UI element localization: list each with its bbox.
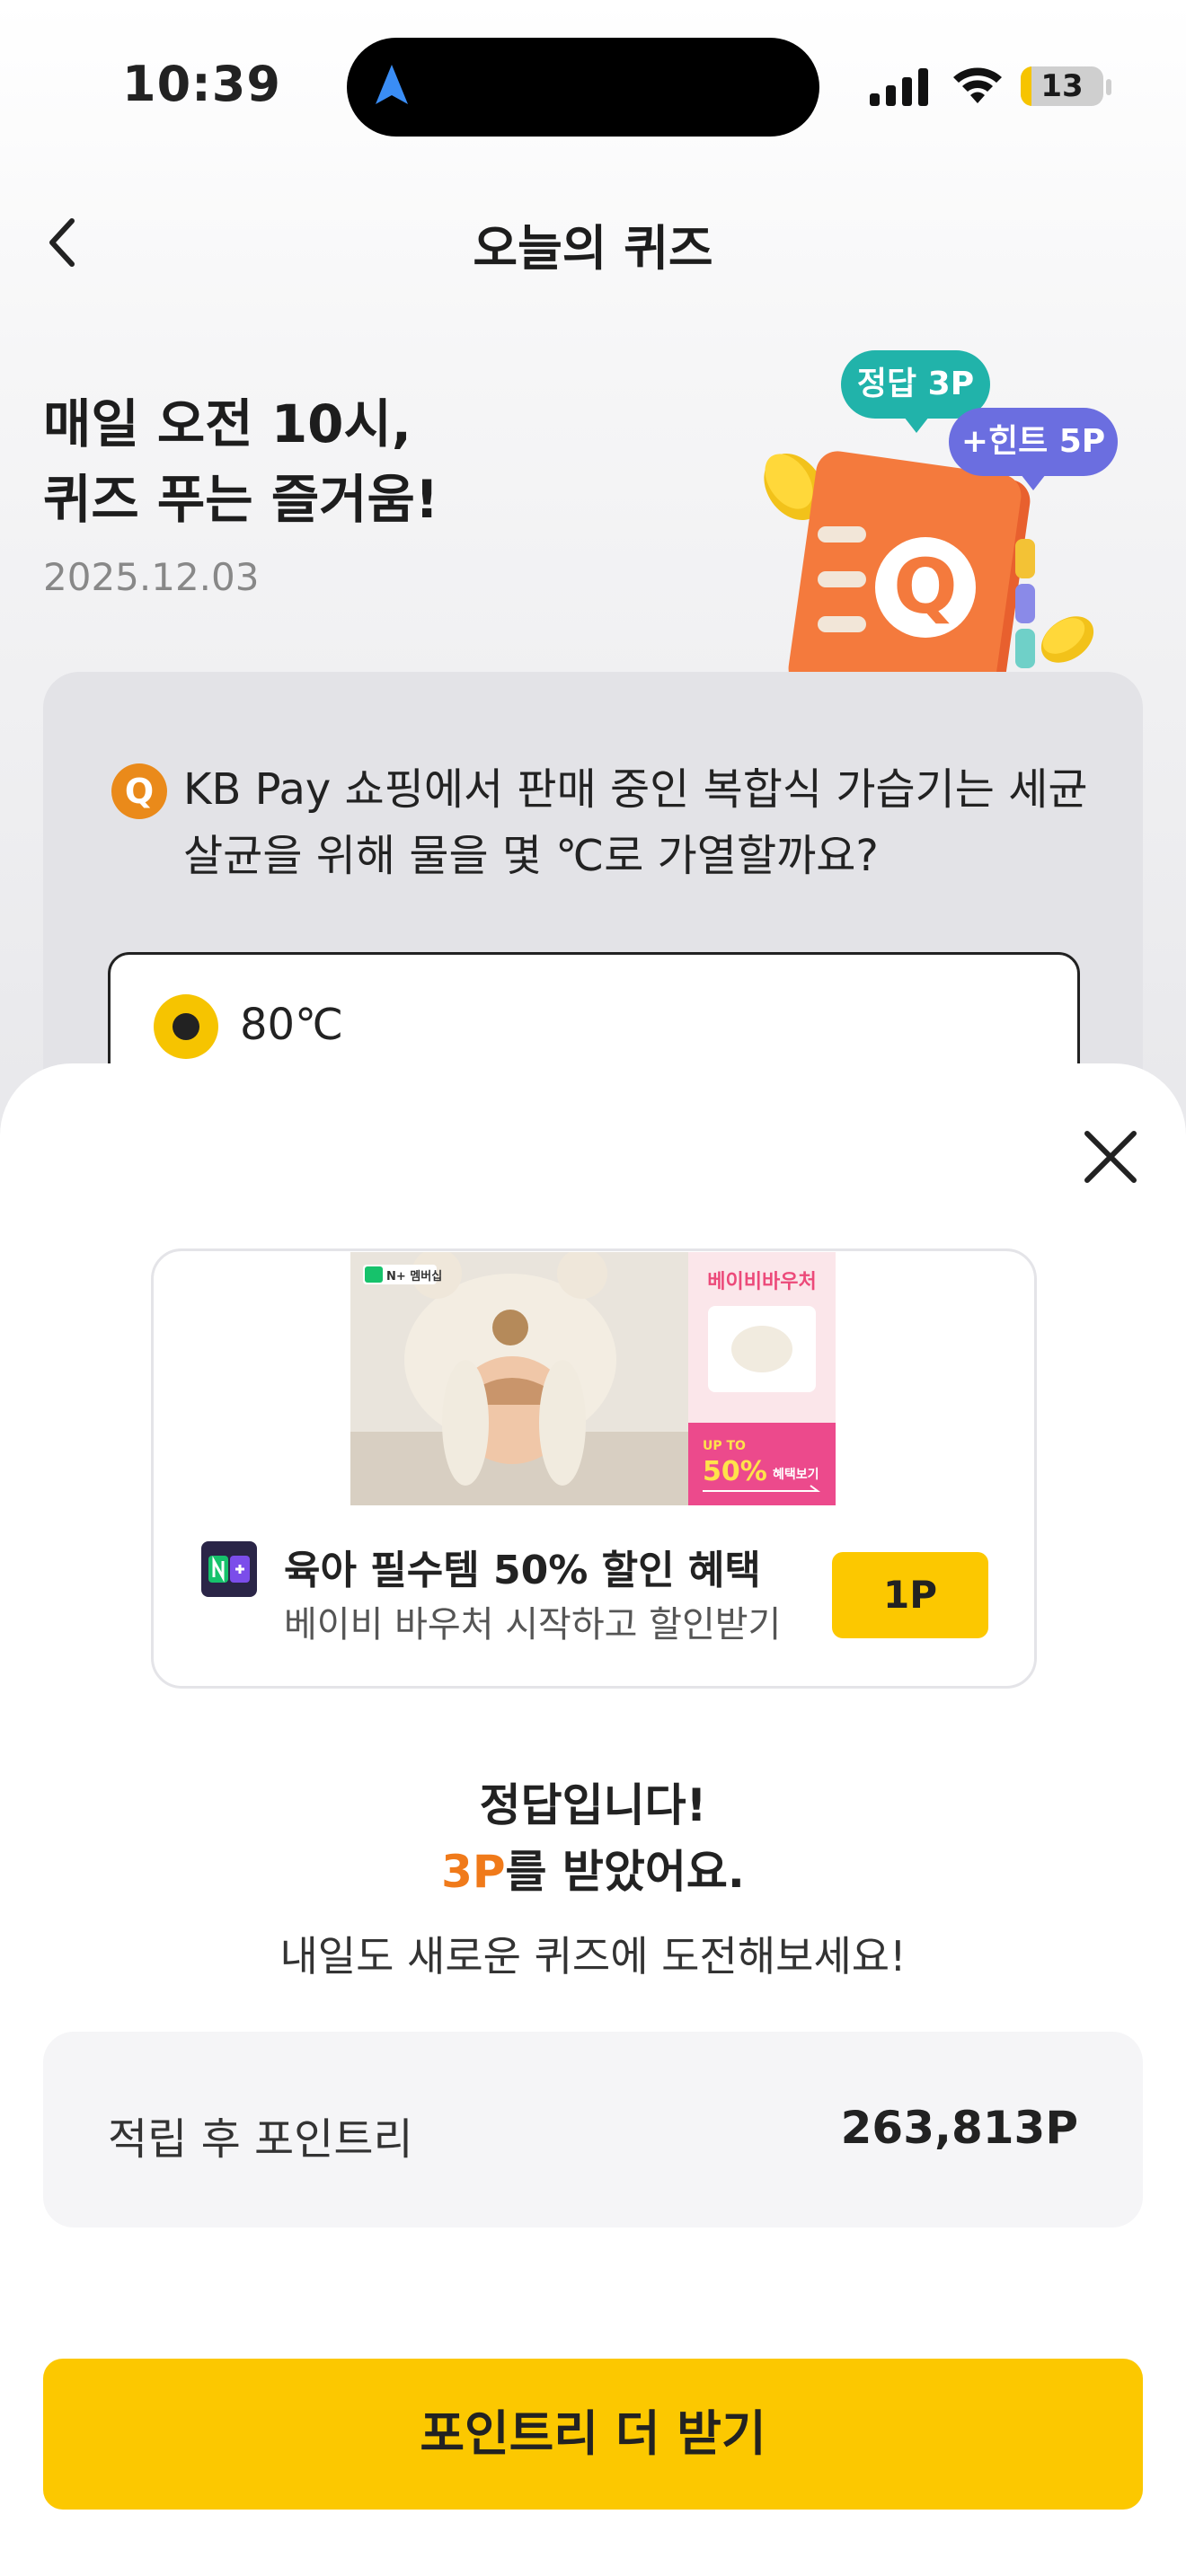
points-balance-card: 적립 후 포인트리 263,813P xyxy=(43,2032,1143,2228)
badge-hint-points: +힌트 5P xyxy=(949,408,1118,476)
wifi-icon xyxy=(953,67,1002,103)
get-more-points-button[interactable]: 포인트리 더 받기 xyxy=(43,2359,1143,2510)
badge-correct-tail xyxy=(904,417,929,433)
ad-image-upto: UP TO xyxy=(703,1439,746,1453)
ad-title: 육아 필수템 50% 할인 혜택 xyxy=(284,1548,761,1593)
result-description: 내일도 새로운 퀴즈에 도전해보세요! xyxy=(279,1932,907,1981)
ad-image-percent: 50% xyxy=(703,1456,767,1487)
question-line2: 살균을 위해 물을 몇 ℃로 가열할까요? xyxy=(183,831,879,881)
quiz-date: 2025.12.03 xyxy=(43,555,260,599)
battery-cap xyxy=(1106,79,1111,95)
ad-point-button[interactable]: 1P xyxy=(832,1552,988,1638)
close-icon[interactable] xyxy=(1080,1126,1141,1187)
badge-correct-points: 정답 3P xyxy=(841,350,990,419)
ad-image-brand: N+ 멤버십 xyxy=(386,1269,442,1284)
battery-level: 13 xyxy=(1040,68,1084,104)
badge-hint-tail xyxy=(1021,474,1046,490)
battery-indicator: 13 xyxy=(1021,66,1103,106)
radio-dot xyxy=(173,1013,199,1040)
hero-headline-line1: 매일 오전 10시, xyxy=(43,393,412,454)
ad-banner-image[interactable]: N+ 멤버십 베이비바우처 UP TO 50% 혜택보기 xyxy=(350,1252,836,1505)
illustration-letter: Q xyxy=(893,543,957,631)
points-balance-label: 적립 후 포인트리 xyxy=(108,2114,413,2165)
points-balance-value: 263,813P xyxy=(840,2102,1078,2154)
location-arrow-icon xyxy=(376,65,408,104)
radio-selected-icon[interactable] xyxy=(154,994,218,1059)
question-line1: KB Pay 쇼핑에서 판매 중인 복합식 가습기는 세균 xyxy=(183,764,1088,815)
cellular-signal-icon xyxy=(870,68,928,106)
status-time: 10:39 xyxy=(122,56,281,112)
status-bar: 10:39 13 xyxy=(0,0,1186,171)
result-points-value: 3P xyxy=(441,1846,506,1898)
hero-headline-line2: 퀴즈 푸는 즐거움! xyxy=(43,469,439,530)
result-points: 3P를 받았어요. xyxy=(0,1836,1186,1901)
question-icon: Q xyxy=(111,763,167,819)
ad-image-heading: 베이비바우처 xyxy=(707,1271,816,1293)
screen: 10:39 13 오늘의 퀴즈 매일 오전 10시, 퀴즈 푸는 즐거움! 20… xyxy=(0,0,1186,2576)
ad-brand-logo xyxy=(201,1541,257,1597)
result-points-suffix: 를 받았어요. xyxy=(505,1846,745,1898)
page-title: 오늘의 퀴즈 xyxy=(473,220,713,277)
result-title: 정답입니다! xyxy=(479,1779,707,1831)
answer-option-label: 80℃ xyxy=(240,1000,343,1050)
ad-image-suffix: 혜택보기 xyxy=(773,1467,819,1482)
hero-headline: 매일 오전 10시, 퀴즈 푸는 즐거움! xyxy=(43,386,438,537)
ad-subtitle: 베이비 바우처 시작하고 할인받기 xyxy=(284,1604,782,1645)
dynamic-island xyxy=(347,38,819,137)
question-text: KB Pay 쇼핑에서 판매 중인 복합식 가습기는 세균 살균을 위해 물을 … xyxy=(183,756,1091,889)
